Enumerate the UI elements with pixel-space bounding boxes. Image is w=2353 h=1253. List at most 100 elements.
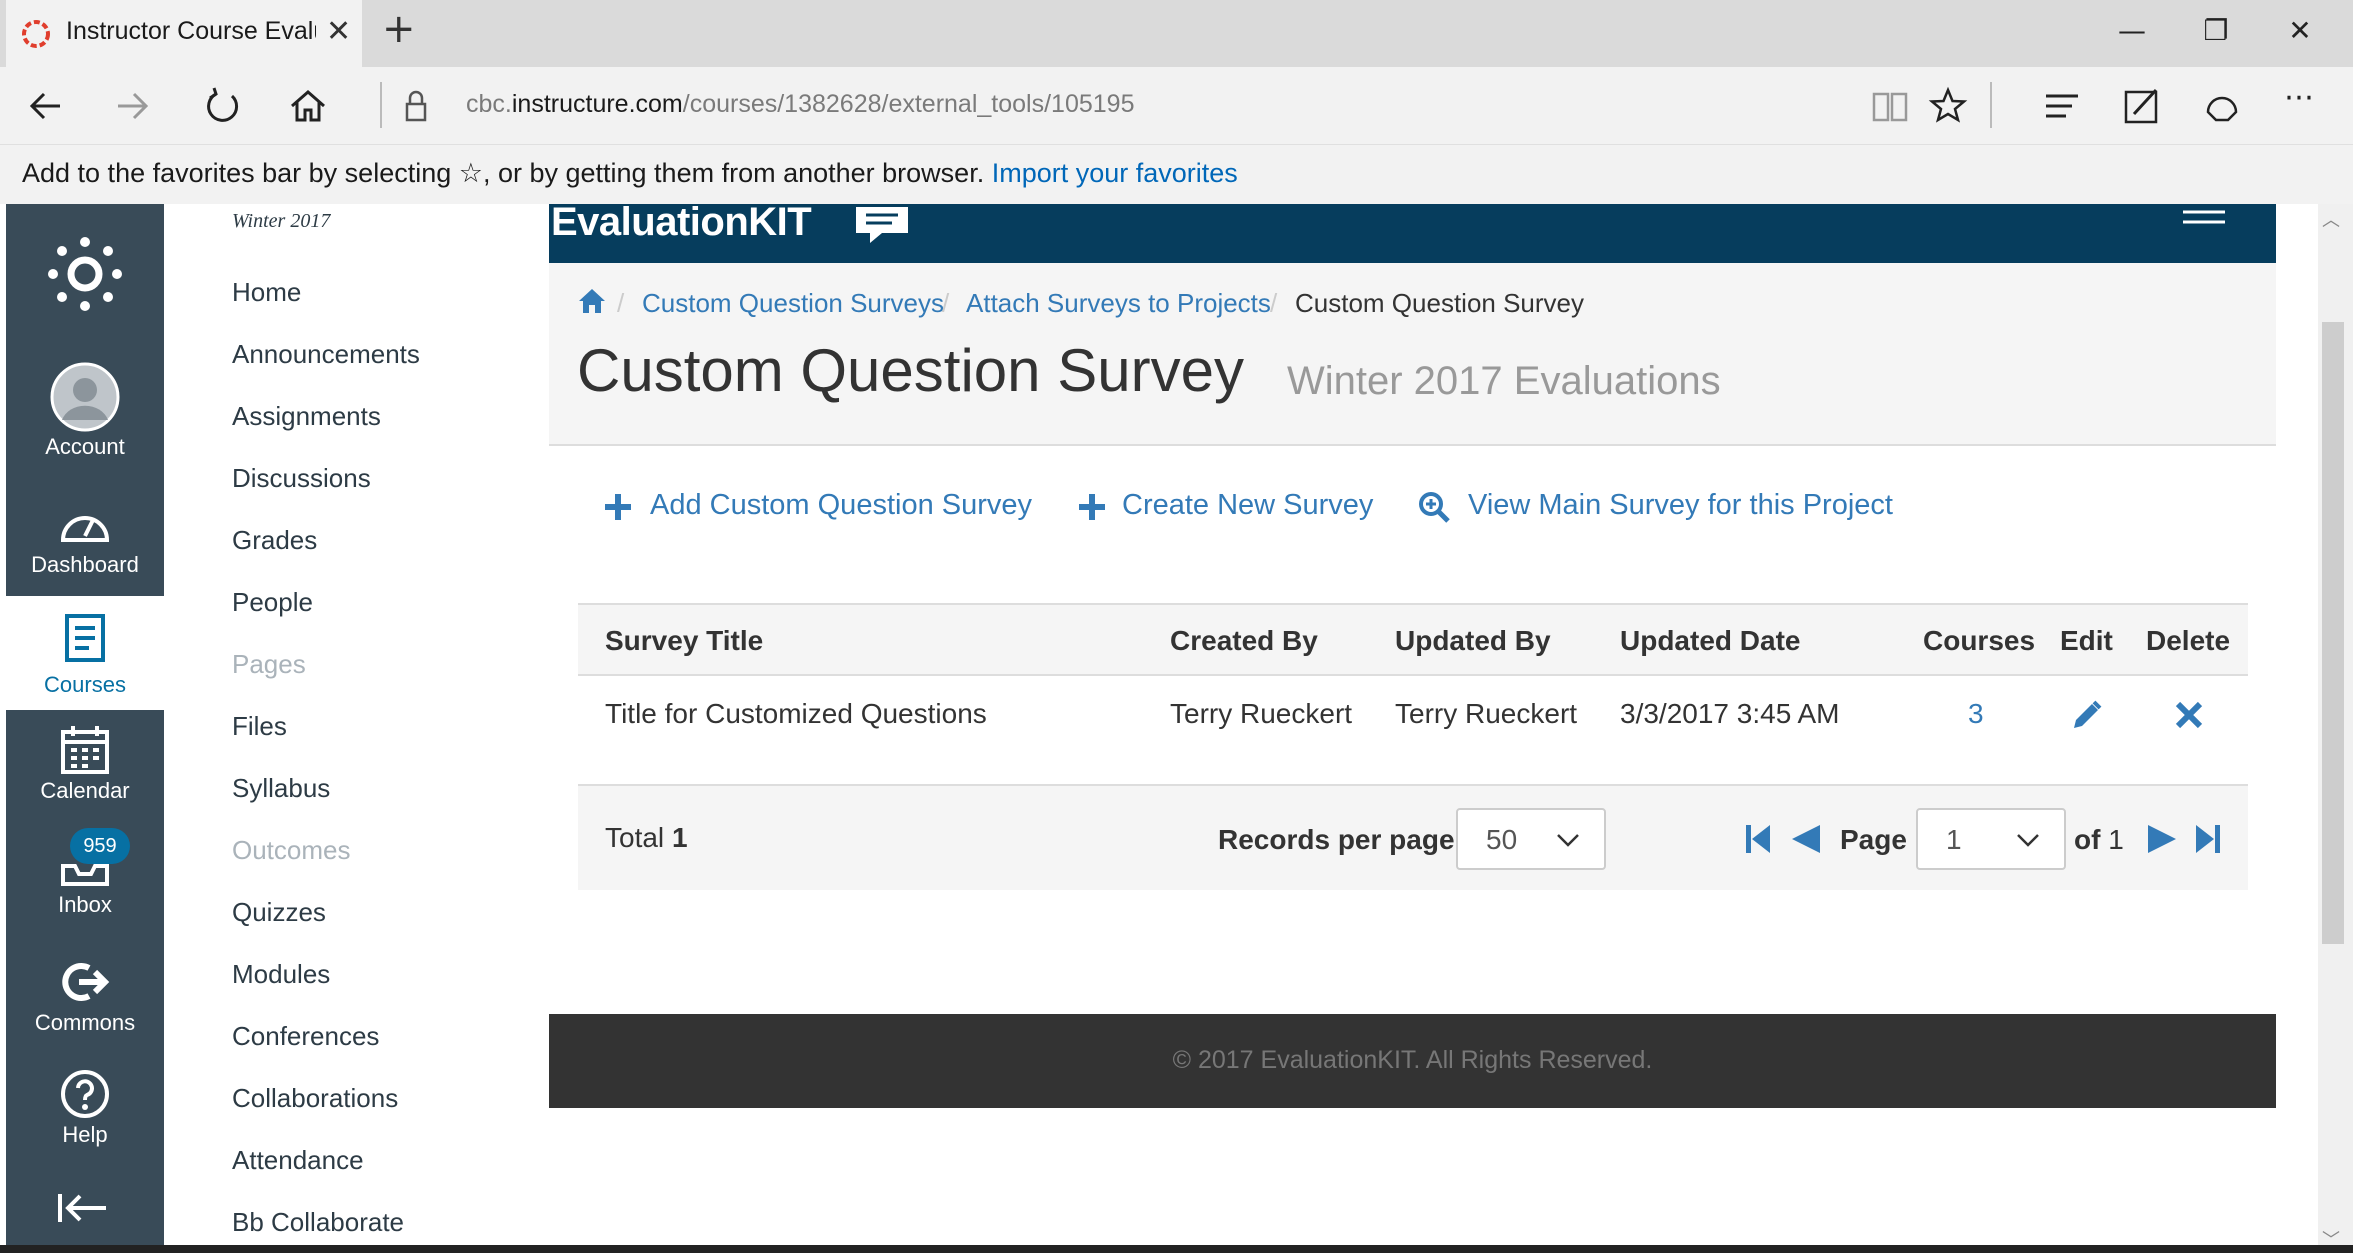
breadcrumb-current: Custom Question Survey: [1295, 288, 1585, 318]
chevron-down-icon: [1557, 834, 1579, 847]
new-tab-icon[interactable]: +: [382, 9, 416, 49]
view-main-survey-link[interactable]: View Main Survey for this Project: [1468, 489, 1893, 522]
column-header-edit: Edit: [2060, 625, 2113, 656]
nav-courses[interactable]: Courses: [6, 596, 164, 710]
last-page-icon[interactable]: [2194, 822, 2222, 856]
collapse-nav-icon[interactable]: [56, 1190, 112, 1226]
evaluationkit-logo: EvaluationKIT: [551, 200, 812, 244]
share-icon[interactable]: [2194, 78, 2250, 134]
cell-updated-date: 3/3/2017 3:45 AM: [1620, 698, 1840, 729]
course-nav-conferences[interactable]: Conferences: [232, 1021, 379, 1052]
page-label: Page: [1840, 824, 1907, 855]
column-header-created-by[interactable]: Created By: [1170, 625, 1318, 657]
course-term: Winter 2017: [232, 210, 331, 232]
plus-icon: [1079, 494, 1105, 520]
course-nav-outcomes[interactable]: Outcomes: [232, 835, 351, 866]
page-select-value: 1: [1946, 824, 1962, 855]
column-header-updated-date[interactable]: Updated Date: [1620, 625, 1800, 657]
canvas-logo[interactable]: [6, 224, 164, 324]
window-close-icon[interactable]: ✕: [2280, 14, 2320, 47]
add-custom-question-survey-link[interactable]: Add Custom Question Survey: [650, 489, 1032, 522]
create-new-survey-link[interactable]: Create New Survey: [1122, 489, 1373, 522]
nav-help-label: Help: [62, 1122, 108, 1147]
records-per-page-value: 50: [1486, 824, 1518, 855]
cell-courses-link[interactable]: 3: [1968, 698, 1984, 730]
calendar-icon: [61, 726, 109, 774]
column-header-delete: Delete: [2146, 625, 2231, 656]
home-icon[interactable]: [280, 78, 336, 134]
nav-courses-label: Courses: [44, 672, 126, 697]
nav-help[interactable]: Help: [6, 1066, 164, 1176]
restore-icon[interactable]: ❐: [2196, 14, 2236, 47]
url-field[interactable]: cbc.instructure.com/courses/1382628/exte…: [466, 90, 1134, 119]
hamburger-menu-icon[interactable]: [2183, 208, 2225, 226]
next-page-icon[interactable]: [2146, 822, 2180, 856]
nav-account[interactable]: Account: [6, 356, 164, 466]
first-page-icon[interactable]: [1744, 822, 1772, 856]
nav-calendar[interactable]: Calendar: [6, 720, 164, 830]
breadcrumb-separator: /: [942, 288, 950, 318]
course-nav-grades[interactable]: Grades: [232, 525, 317, 556]
import-favorites-link[interactable]: Import your favorites: [992, 158, 1238, 188]
course-nav-assignments[interactable]: Assignments: [232, 401, 381, 432]
url-host: instructure.com: [511, 90, 683, 118]
column-header-courses[interactable]: Courses: [1923, 625, 2035, 657]
total-label: Total: [605, 822, 665, 853]
scroll-up-icon[interactable]: ︿: [2322, 206, 2340, 232]
course-nav-syllabus[interactable]: Syllabus: [232, 773, 330, 804]
cell-survey-title: Title for Customized Questions: [605, 698, 987, 729]
cell-updated-by: Terry Rueckert: [1395, 698, 1578, 729]
dashboard-icon: [60, 516, 110, 542]
course-nav-announcements[interactable]: Announcements: [232, 339, 420, 370]
previous-page-icon[interactable]: [1788, 822, 1822, 856]
breadcrumb-home-icon[interactable]: [577, 286, 607, 316]
course-nav-discussions[interactable]: Discussions: [232, 463, 371, 494]
cell-created-by: Terry Rueckert: [1170, 698, 1353, 729]
canvas-favicon-icon: [22, 20, 50, 48]
canvas-logo-icon: [48, 237, 122, 311]
tab-close-icon[interactable]: ✕: [326, 14, 351, 49]
chat-bubble-logo-icon: [856, 207, 908, 243]
help-icon: [61, 1070, 109, 1118]
nav-dashboard[interactable]: Dashboard: [6, 490, 164, 600]
zoom-in-icon: [1419, 492, 1450, 523]
more-icon[interactable]: ⋯: [2284, 80, 2314, 115]
nav-calendar-label: Calendar: [40, 778, 130, 803]
course-nav-people[interactable]: People: [232, 587, 313, 618]
course-nav-attendance[interactable]: Attendance: [232, 1145, 364, 1176]
column-header-updated-by[interactable]: Updated By: [1395, 625, 1551, 657]
course-nav-modules[interactable]: Modules: [232, 959, 330, 990]
breadcrumb-attach-surveys[interactable]: Attach Surveys to Projects: [966, 288, 1271, 319]
favorite-star-icon[interactable]: [1920, 78, 1976, 134]
hub-icon[interactable]: [2034, 78, 2090, 134]
refresh-icon[interactable]: [194, 78, 250, 134]
delete-x-icon[interactable]: [2174, 700, 2204, 730]
course-nav-quizzes[interactable]: Quizzes: [232, 897, 326, 928]
course-nav-collaborations[interactable]: Collaborations: [232, 1083, 398, 1114]
column-header-survey-title[interactable]: Survey Title: [605, 625, 763, 657]
plus-icon: [605, 494, 631, 520]
minimize-icon[interactable]: —: [2112, 14, 2152, 47]
favorites-bar-message: Add to the favorites bar by selecting ☆,…: [22, 158, 1238, 189]
web-note-icon[interactable]: [2114, 78, 2170, 134]
chevron-down-icon: [2017, 834, 2039, 847]
nav-inbox-label: Inbox: [58, 892, 112, 917]
edit-pencil-icon[interactable]: [2070, 698, 2104, 732]
course-nav-pages[interactable]: Pages: [232, 649, 306, 680]
breadcrumb-custom-question-surveys[interactable]: Custom Question Surveys: [642, 288, 944, 319]
forward-icon[interactable]: [104, 78, 160, 134]
records-per-page-select[interactable]: 50: [1456, 808, 1606, 870]
lock-icon[interactable]: [388, 78, 444, 134]
course-nav-files[interactable]: Files: [232, 711, 287, 742]
course-nav-home[interactable]: Home: [232, 277, 301, 308]
page-select[interactable]: 1: [1916, 808, 2066, 870]
taskbar-edge: [0, 1245, 2353, 1253]
courses-icon: [65, 614, 105, 662]
tab-title: Instructor Course Evalu: [66, 17, 316, 45]
reading-view-icon[interactable]: [1862, 78, 1918, 134]
nav-commons[interactable]: Commons: [6, 952, 164, 1062]
back-icon[interactable]: [18, 78, 74, 134]
scrollbar-thumb[interactable]: [2322, 322, 2344, 944]
breadcrumb-separator: /: [617, 288, 625, 318]
course-nav-bb-collaborate[interactable]: Bb Collaborate: [232, 1207, 404, 1238]
